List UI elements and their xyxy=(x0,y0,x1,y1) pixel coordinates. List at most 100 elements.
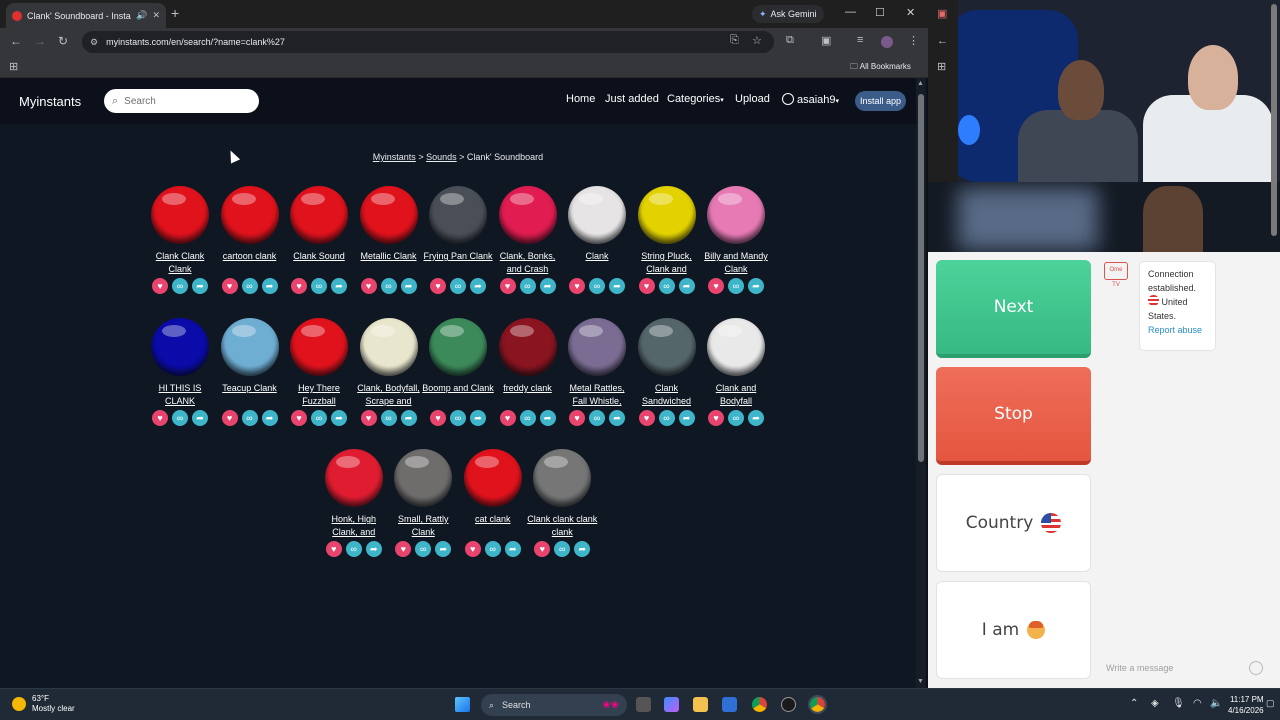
new-tab-icon[interactable]: + xyxy=(171,5,179,21)
share-arrow-icon[interactable]: ➦ xyxy=(261,410,278,426)
favorite-heart-icon[interactable]: ♥ xyxy=(360,410,377,426)
sound-label[interactable]: cat clank xyxy=(457,513,529,539)
sound-label[interactable]: Clank Clank Clank xyxy=(144,250,216,276)
speaker-icon[interactable]: 🔊 xyxy=(136,10,147,21)
site-info-icon[interactable]: ⚙ xyxy=(90,37,98,48)
maximize-icon[interactable]: ☐ xyxy=(875,6,885,19)
favorite-heart-icon[interactable]: ♥ xyxy=(152,278,168,294)
chrome-icon[interactable] xyxy=(752,697,767,712)
media-icon[interactable]: ▣ xyxy=(821,34,831,47)
copy-link-icon[interactable]: ∞ xyxy=(519,278,536,294)
sound-label[interactable]: String Pluck, Clank and xyxy=(631,250,703,276)
sound-label[interactable]: Honk, High Clank, and xyxy=(318,513,390,539)
wifi-icon[interactable]: ◠ xyxy=(1193,698,1202,709)
store-icon[interactable] xyxy=(722,697,737,712)
favorite-heart-icon[interactable]: ♥ xyxy=(360,278,377,294)
play-sound-button[interactable] xyxy=(429,318,487,376)
share-arrow-icon[interactable]: ➦ xyxy=(331,278,347,294)
install-app-button[interactable]: Install app xyxy=(855,91,907,111)
address-bar[interactable]: ⚙ myinstants.com/en/search/?name=clank%2… xyxy=(82,31,774,53)
copy-link-icon[interactable]: ∞ xyxy=(450,278,466,294)
share-arrow-icon[interactable]: ➦ xyxy=(435,541,452,557)
play-sound-button[interactable] xyxy=(429,186,487,244)
nav-home[interactable]: Home xyxy=(566,93,595,105)
sound-label[interactable]: Teacup Clank xyxy=(214,382,286,408)
favorite-heart-icon[interactable]: ♥ xyxy=(638,278,655,294)
chevron-up-icon[interactable]: ⌃ xyxy=(1130,698,1138,709)
favorite-heart-icon[interactable]: ♥ xyxy=(499,410,516,426)
share-arrow-icon[interactable]: ➦ xyxy=(539,278,556,294)
favorite-heart-icon[interactable]: ♥ xyxy=(430,278,446,294)
copy-link-icon[interactable]: ∞ xyxy=(450,410,466,426)
profile-avatar[interactable] xyxy=(881,36,893,48)
scroll-up-icon[interactable]: ▲ xyxy=(917,80,924,87)
menu-icon[interactable]: ⋮ xyxy=(908,34,919,47)
bookmark-star-icon[interactable]: ☆ xyxy=(752,34,762,47)
favorite-heart-icon[interactable]: ♥ xyxy=(325,541,342,557)
play-sound-button[interactable] xyxy=(637,186,696,244)
breadcrumb-sounds[interactable]: Sounds xyxy=(426,152,457,162)
share-arrow-icon[interactable]: ➦ xyxy=(400,278,417,294)
copy-link-icon[interactable]: ∞ xyxy=(380,278,397,294)
security-icon[interactable]: ◈ xyxy=(1151,698,1159,709)
play-sound-button[interactable] xyxy=(637,318,696,376)
sound-label[interactable]: Clank and Bodyfall xyxy=(700,382,772,408)
close-window-icon[interactable]: ✕ xyxy=(906,6,915,19)
favorite-heart-icon[interactable]: ♥ xyxy=(291,410,307,426)
play-sound-button[interactable] xyxy=(359,318,418,376)
share-arrow-icon[interactable]: ➦ xyxy=(331,410,347,426)
task-view-icon[interactable] xyxy=(636,697,651,712)
play-sound-button[interactable] xyxy=(290,318,348,376)
play-sound-button[interactable] xyxy=(498,318,557,376)
play-sound-button[interactable] xyxy=(151,186,209,244)
reload-icon[interactable]: ↻ xyxy=(58,34,68,48)
search-input[interactable] xyxy=(124,95,245,107)
play-sound-button[interactable] xyxy=(290,186,348,244)
file-explorer-icon[interactable] xyxy=(693,697,708,712)
share-arrow-icon[interactable]: ➦ xyxy=(504,541,521,557)
install-page-icon[interactable]: ⎘ xyxy=(730,34,739,47)
copy-link-icon[interactable]: ∞ xyxy=(728,278,744,294)
sound-label[interactable]: Frying Pan Clank xyxy=(422,250,494,276)
microphone-icon[interactable]: 🎙 xyxy=(1172,698,1185,709)
share-arrow-icon[interactable]: ➦ xyxy=(678,278,695,294)
favorite-heart-icon[interactable]: ♥ xyxy=(464,541,481,557)
sound-label[interactable]: Clank clank clank clank xyxy=(526,513,598,539)
play-sound-button[interactable] xyxy=(498,186,557,244)
favorite-heart-icon[interactable]: ♥ xyxy=(638,410,655,426)
copy-link-icon[interactable]: ∞ xyxy=(484,541,501,557)
message-box[interactable] xyxy=(1098,657,1273,679)
message-input[interactable] xyxy=(1106,663,1236,673)
favorite-heart-icon[interactable]: ♥ xyxy=(569,410,585,426)
extensions-icon[interactable]: ⧉ xyxy=(786,34,794,47)
weather-widget[interactable]: 63°F Mostly clear xyxy=(12,694,75,714)
browser-tab[interactable]: Clank' Soundboard - Instan 🔊 ✕ xyxy=(6,3,166,28)
favorite-heart-icon[interactable]: ♥ xyxy=(152,410,168,426)
chrome-active-icon[interactable] xyxy=(808,695,827,714)
play-sound-button[interactable] xyxy=(568,186,626,244)
favorite-heart-icon[interactable]: ♥ xyxy=(221,410,238,426)
play-sound-button[interactable] xyxy=(220,318,279,376)
copy-link-icon[interactable]: ∞ xyxy=(589,278,605,294)
share-arrow-icon[interactable]: ➦ xyxy=(261,278,278,294)
share-arrow-icon[interactable]: ➦ xyxy=(574,541,591,557)
favorite-heart-icon[interactable]: ♥ xyxy=(708,278,724,294)
sound-label[interactable]: Hey There Fuzzball xyxy=(283,382,355,408)
favorite-heart-icon[interactable]: ♥ xyxy=(708,410,724,426)
emoji-icon[interactable] xyxy=(1249,661,1263,675)
play-sound-button[interactable] xyxy=(568,318,626,376)
share-arrow-icon[interactable]: ➦ xyxy=(539,410,556,426)
notification-icon[interactable]: ▢ xyxy=(1266,698,1275,709)
sound-label[interactable]: Billy and Mandy Clank xyxy=(700,250,772,276)
stop-button[interactable]: Stop xyxy=(936,367,1091,465)
sound-label[interactable]: Metal Rattles, Fall Whistle, xyxy=(561,382,633,408)
back-icon[interactable]: ← xyxy=(10,34,22,48)
sound-label[interactable]: Boomp and Clank xyxy=(422,382,494,408)
copilot-icon[interactable] xyxy=(664,697,679,712)
share-arrow-icon[interactable]: ➦ xyxy=(748,410,764,426)
play-sound-button[interactable] xyxy=(463,449,522,507)
copy-link-icon[interactable]: ∞ xyxy=(311,278,327,294)
reading-list-icon[interactable]: ≡ xyxy=(857,34,863,46)
apps-grid-icon[interactable]: ⊞ xyxy=(9,60,18,73)
copy-link-icon[interactable]: ∞ xyxy=(658,278,675,294)
